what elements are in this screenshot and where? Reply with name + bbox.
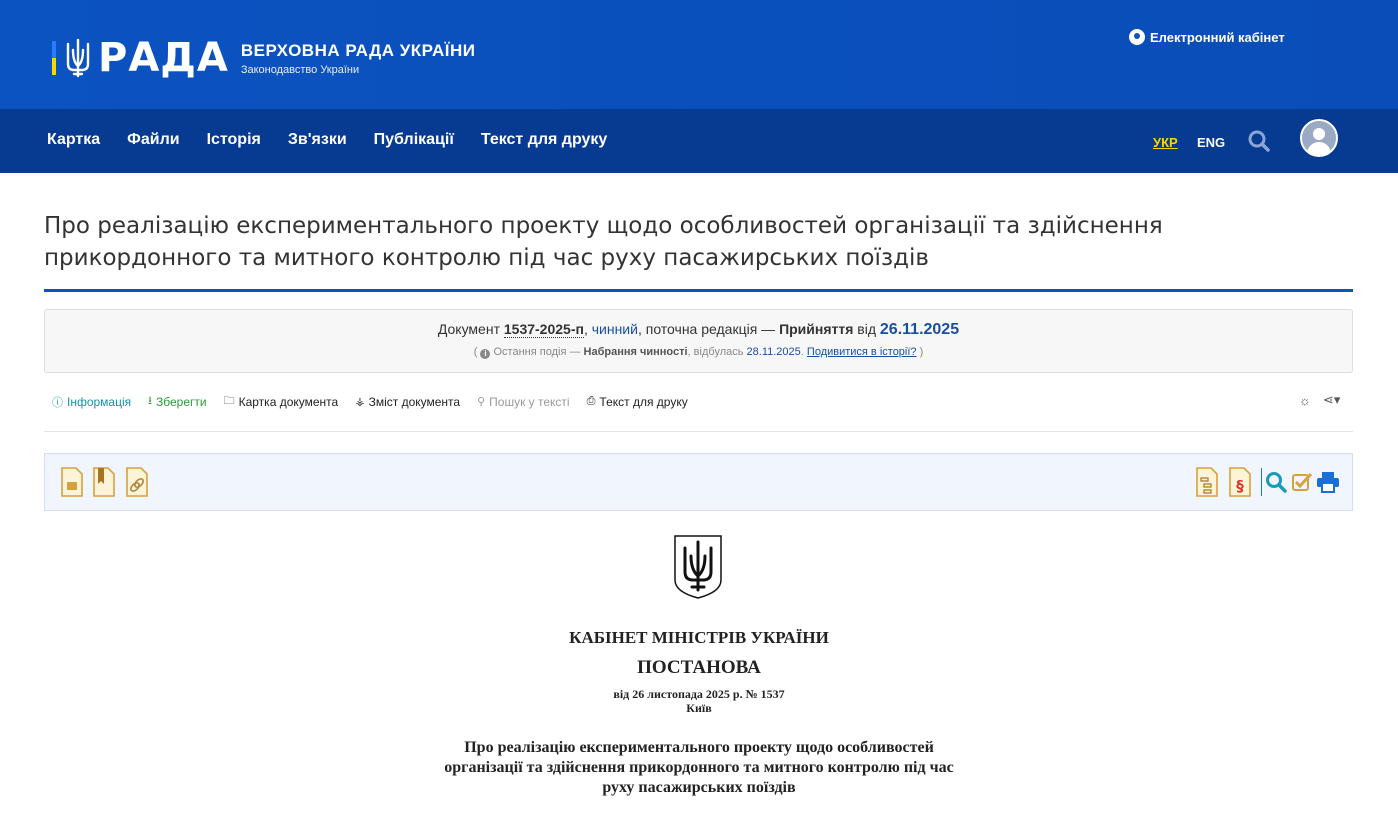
search-icon[interactable] <box>1265 471 1287 493</box>
nav-items: Картка Файли Історія Зв'язки Публікації … <box>47 131 634 149</box>
last-event-name: Набрання чинності <box>583 346 688 358</box>
document-info-panel: Документ 1537-2025-п, чинний, поточна ре… <box>44 309 1353 373</box>
tab-tools: ☼ ⋖▾ <box>1299 392 1340 408</box>
bookmark-file-icon[interactable] <box>92 467 116 497</box>
main-nav: Картка Файли Історія Зв'язки Публікації … <box>0 109 1398 173</box>
document-city: Київ <box>686 701 712 715</box>
tab-document-contents-label: Зміст документа <box>368 394 461 409</box>
document-status-line: Документ 1537-2025-п, чинний, поточна ре… <box>437 321 960 338</box>
doc-status[interactable]: чинний <box>592 321 638 337</box>
search-icon: ⚲ <box>477 396 486 408</box>
site-header: РАДА ВЕРХОВНА РАДА УКРАЇНИ Законодавство… <box>0 0 1398 109</box>
document-date-number: від 26 листопада 2025 р. № 1537 <box>613 687 785 701</box>
org-subtitle: Законодавство України <box>240 63 360 76</box>
nav-item-print-text[interactable]: Текст для друку <box>481 131 607 149</box>
nav-item-history[interactable]: Історія <box>207 131 261 149</box>
issuing-authority: КАБІНЕТ МІНІСТРІВ УКРАЇНИ <box>569 628 829 647</box>
document-body: КАБІНЕТ МІНІСТРІВ УКРАЇНИ ПОСТАНОВА від … <box>0 628 1398 798</box>
org-title: ВЕРХОВНА РАДА УКРАЇНИ <box>240 40 476 60</box>
info-circle-icon: ⓘ <box>52 396 63 409</box>
site-logo[interactable]: РАДА ВЕРХОВНА РАДА УКРАЇНИ Законодавство… <box>52 38 475 78</box>
nav-item-links[interactable]: Зв'язки <box>288 131 347 149</box>
document-title: Про реалізацію експериментального проект… <box>44 213 1163 271</box>
print-icon: ⎙ <box>586 395 596 407</box>
tab-information-label: Інформація <box>67 394 132 409</box>
print-icon[interactable] <box>1316 471 1340 493</box>
cabinet-label: Електронний кабінет <box>1150 29 1285 45</box>
user-avatar-icon[interactable] <box>1300 119 1338 157</box>
occurred-text: , відбулась <box>687 346 744 358</box>
link-file-icon[interactable] <box>125 467 149 497</box>
tab-save[interactable]: ⭳ Зберегти <box>148 392 206 411</box>
adoption-label: Прийняття <box>779 321 854 337</box>
history-link[interactable]: Подивитися в історії? <box>807 346 917 358</box>
tab-information[interactable]: ⓘ Інформація <box>52 392 131 411</box>
sitemap-icon: ⚶ <box>355 396 365 408</box>
doc-label: Документ <box>437 321 500 337</box>
last-event-label: Остання подія — <box>493 346 581 358</box>
lang-ukr[interactable]: УКР <box>1153 135 1178 150</box>
tab-save-label: Зберегти <box>156 394 207 409</box>
trident-icon <box>66 38 90 78</box>
nav-item-publications[interactable]: Публікації <box>374 131 454 149</box>
tab-search-label: Пошук у тексті <box>489 394 570 409</box>
paragraph-file-icon[interactable]: § <box>1228 467 1252 497</box>
tabs-divider <box>44 431 1353 432</box>
logo-text: РАДА <box>98 35 229 81</box>
document-tabs: ⓘ Інформація ⭳ Зберегти 🗀 Картка докумен… <box>52 392 705 411</box>
doc-number[interactable]: 1537-2025-п <box>503 321 584 338</box>
electronic-cabinet-link[interactable]: Електронний кабінет <box>1129 29 1285 45</box>
structure-file-icon[interactable] <box>1195 467 1219 497</box>
folder-icon: 🗀 <box>223 395 235 407</box>
tab-document-card-label: Картка документа <box>238 394 339 409</box>
search-icon[interactable] <box>1248 130 1270 152</box>
nav-item-card[interactable]: Картка <box>47 131 100 149</box>
checkbox-icon[interactable] <box>1291 471 1313 493</box>
svg-text:§: § <box>1236 477 1244 495</box>
adoption-date[interactable]: 26.11.2025 <box>880 321 959 338</box>
nav-item-files[interactable]: Файли <box>127 131 179 149</box>
last-event-line: ( i Остання подія — Набрання чинності, в… <box>473 346 924 359</box>
tab-document-card[interactable]: 🗀 Картка документа <box>224 392 339 411</box>
tab-print-label: Текст для друку <box>599 394 688 409</box>
document-subject: Про реалізацію експериментального проект… <box>444 739 954 796</box>
tab-print-text[interactable]: ⎙ Текст для друку <box>587 392 688 411</box>
tab-search-in-text[interactable]: ⚲ Пошук у тексті <box>477 392 570 411</box>
logo-subtitle: ВЕРХОВНА РАДА УКРАЇНИ Законодавство Укра… <box>241 41 476 76</box>
event-date: 28.11.2025 <box>746 346 801 358</box>
ukraine-coat-of-arms-icon <box>674 535 722 599</box>
download-icon: ⭳ <box>148 395 153 407</box>
flag-mark <box>52 41 56 75</box>
share-icon[interactable]: ⋖▾ <box>1323 392 1340 408</box>
tab-document-contents[interactable]: ⚶ Зміст документа <box>355 392 460 411</box>
info-icon: i <box>480 349 491 359</box>
edition-text: , поточна редакція — <box>637 321 776 337</box>
from-word: від <box>857 321 877 337</box>
document-kind: ПОСТАНОВА <box>637 657 761 678</box>
lang-eng[interactable]: ENG <box>1197 135 1225 150</box>
user-circle-icon <box>1129 29 1145 45</box>
toolbar-separator <box>1261 468 1262 496</box>
briefcase-file-icon[interactable] <box>60 467 84 497</box>
document-icon-toolbar: § <box>44 453 1353 511</box>
title-divider <box>44 289 1353 292</box>
brightness-icon[interactable]: ☼ <box>1299 393 1311 408</box>
